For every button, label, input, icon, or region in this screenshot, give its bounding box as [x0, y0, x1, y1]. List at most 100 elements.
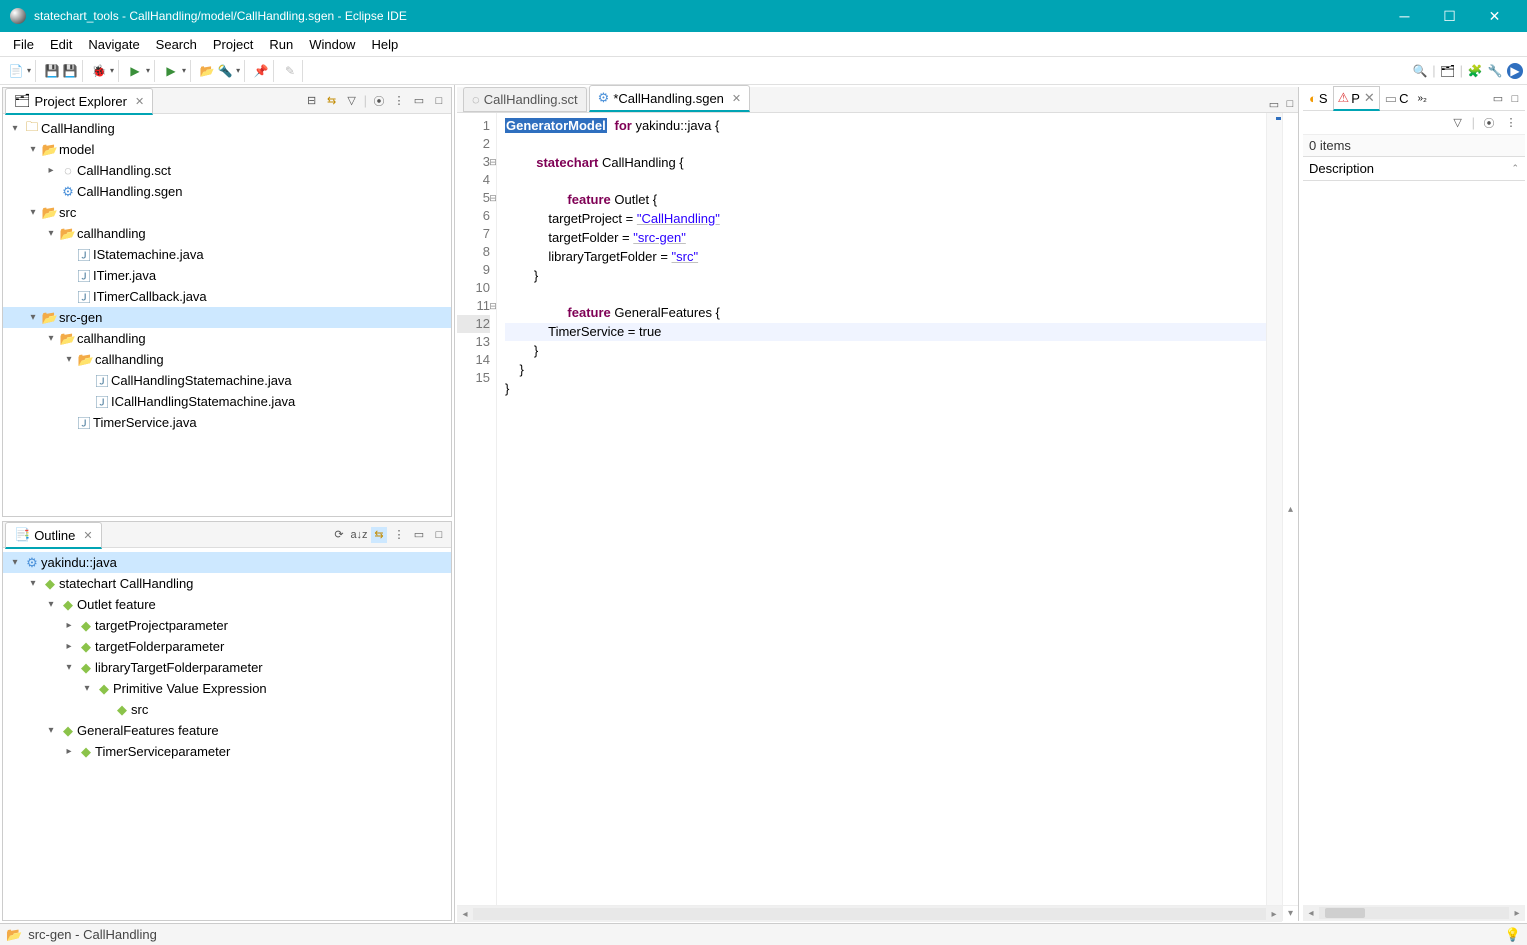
- menu-navigate[interactable]: Navigate: [81, 34, 146, 55]
- tree-folder-src[interactable]: ▾📂src: [3, 202, 451, 223]
- tree-pkg-callhandling-gen-2[interactable]: ▾📂callhandling: [3, 349, 451, 370]
- h-scrollbar[interactable]: [1319, 907, 1509, 919]
- tab-s[interactable]: ◐S: [1305, 88, 1332, 109]
- close-icon[interactable]: ✕: [135, 95, 144, 108]
- outline-statechart[interactable]: ▾◆statechart CallHandling: [3, 573, 451, 594]
- outline-src-value[interactable]: ◆src: [3, 699, 451, 720]
- menu-edit[interactable]: Edit: [43, 34, 79, 55]
- overview-ruler[interactable]: [1266, 113, 1282, 905]
- perspective-sc-icon[interactable]: ▶: [1507, 63, 1523, 79]
- perspective-java-icon[interactable]: 🧩: [1467, 63, 1483, 79]
- outline-outlet[interactable]: ▾◆Outlet feature: [3, 594, 451, 615]
- tree-folder-srcgen[interactable]: ▾📂src-gen: [3, 307, 451, 328]
- save-all-icon[interactable]: 💾: [62, 63, 78, 79]
- outline-timerservice[interactable]: ▸◆TimerServiceparameter: [3, 741, 451, 762]
- link-editor-icon[interactable]: ⇆: [324, 93, 340, 109]
- search-toolbar-icon[interactable]: 🔍: [1412, 63, 1428, 79]
- tree-project[interactable]: ▾🗀CallHandling: [3, 118, 451, 139]
- project-explorer-tree[interactable]: ▾🗀CallHandling ▾📂model ▸◌CallHandling.sc…: [3, 114, 451, 516]
- scroll-left-icon[interactable]: ◂: [1303, 908, 1319, 919]
- outline-primitive[interactable]: ▾◆Primitive Value Expression: [3, 678, 451, 699]
- editor-tab-sgen[interactable]: ⚙ *CallHandling.sgen ✕: [589, 85, 750, 112]
- save-icon[interactable]: 💾: [44, 63, 60, 79]
- focus-icon[interactable]: ⦿: [371, 93, 387, 109]
- tree-file-itimer[interactable]: 🄹ITimer.java: [3, 265, 451, 286]
- view-menu-icon[interactable]: ⋮: [391, 93, 407, 109]
- new-icon[interactable]: 📄: [8, 63, 24, 79]
- outline-link-icon[interactable]: ⇆: [371, 527, 387, 543]
- tip-icon[interactable]: 💡: [1505, 927, 1521, 943]
- outline-targetproject[interactable]: ▸◆targetProjectparameter: [3, 615, 451, 636]
- maximize-view-icon[interactable]: □: [431, 93, 447, 109]
- menu-search[interactable]: Search: [149, 34, 204, 55]
- tab-more[interactable]: »₂: [1413, 90, 1430, 107]
- outline-generalfeatures[interactable]: ▾◆GeneralFeatures feature: [3, 720, 451, 741]
- code-area[interactable]: GeneratorModel for yakindu::java { state…: [497, 113, 1266, 905]
- outline-tree[interactable]: ▾⚙yakindu::java ▾◆statechart CallHandlin…: [3, 548, 451, 920]
- outline-tab[interactable]: 📑 Outline ✕: [5, 522, 102, 549]
- project-explorer-tab[interactable]: 🗂 Project Explorer ✕: [5, 88, 153, 115]
- focus-icon[interactable]: ⦿: [1481, 115, 1497, 131]
- scroll-right-icon[interactable]: ▸: [1266, 909, 1282, 920]
- tree-file-ichsm[interactable]: 🄹ICallHandlingStatemachine.java: [3, 391, 451, 412]
- edit-icon[interactable]: ✎: [282, 63, 298, 79]
- menu-window[interactable]: Window: [302, 34, 362, 55]
- minimize-view-icon[interactable]: ▭: [411, 527, 427, 543]
- problems-view[interactable]: 0 items Description ⌃: [1303, 135, 1525, 905]
- collapse-all-icon[interactable]: ⊟: [304, 93, 320, 109]
- close-icon[interactable]: ✕: [732, 92, 741, 105]
- close-icon[interactable]: ✕: [83, 529, 92, 542]
- tree-folder-model[interactable]: ▾📂model: [3, 139, 451, 160]
- tree-pkg-callhandling[interactable]: ▾📂callhandling: [3, 223, 451, 244]
- scroll-right-icon[interactable]: ▸: [1509, 908, 1525, 919]
- minimize-view-icon[interactable]: ▭: [411, 93, 427, 109]
- tab-p[interactable]: ⚠P✕: [1333, 86, 1380, 111]
- outline-sort-icon[interactable]: ⟳: [331, 527, 347, 543]
- tree-file-timerservice[interactable]: 🄹TimerService.java: [3, 412, 451, 433]
- maximize-view-icon[interactable]: □: [1507, 91, 1523, 107]
- search-icon[interactable]: 🔦: [217, 63, 233, 79]
- editor-body[interactable]: 1 2 3⊟ 4 5⊟ 6 7 8 9 10 11⊟ 12 13 14 15 G…: [457, 113, 1298, 905]
- tree-pkg-callhandling-gen[interactable]: ▾📂callhandling: [3, 328, 451, 349]
- h-scrollbar[interactable]: [473, 908, 1266, 920]
- maximize-view-icon[interactable]: □: [1282, 96, 1298, 112]
- scroll-left-icon[interactable]: ◂: [457, 909, 473, 920]
- line-gutter[interactable]: 1 2 3⊟ 4 5⊟ 6 7 8 9 10 11⊟ 12 13 14 15: [457, 113, 497, 905]
- tab-c[interactable]: ▭C: [1381, 88, 1413, 110]
- tree-file-chsm[interactable]: 🄹CallHandlingStatemachine.java: [3, 370, 451, 391]
- debug-icon[interactable]: 🐞: [91, 63, 107, 79]
- menu-run[interactable]: Run: [262, 34, 300, 55]
- outline-root[interactable]: ▾⚙yakindu::java: [3, 552, 451, 573]
- outline-libtargetfolder[interactable]: ▾◆libraryTargetFolderparameter: [3, 657, 451, 678]
- outline-menu-icon[interactable]: ⋮: [391, 527, 407, 543]
- menu-file[interactable]: File: [6, 34, 41, 55]
- editor-tab-sct[interactable]: ◌ CallHandling.sct: [463, 87, 587, 112]
- maximize-button[interactable]: ☐: [1427, 1, 1472, 31]
- outline-targetfolder[interactable]: ▸◆targetFolderparameter: [3, 636, 451, 657]
- run-icon[interactable]: ▶: [127, 63, 143, 79]
- open-type-icon[interactable]: 📂: [199, 63, 215, 79]
- coverage-icon[interactable]: ▶: [163, 63, 179, 79]
- minimize-view-icon[interactable]: ▭: [1266, 96, 1282, 112]
- column-header[interactable]: Description ⌃: [1303, 157, 1525, 181]
- scroll-down-icon[interactable]: ▾: [1282, 906, 1298, 921]
- scroll-up-icon[interactable]: ▴: [1282, 113, 1298, 905]
- menu-help[interactable]: Help: [364, 34, 405, 55]
- perspective-other-icon[interactable]: 🔧: [1487, 63, 1503, 79]
- filter-icon[interactable]: ▽: [1450, 115, 1466, 131]
- tree-file-sgen[interactable]: ⚙CallHandling.sgen: [3, 181, 451, 202]
- filter-icon[interactable]: ▽: [344, 93, 360, 109]
- perspective-open-icon[interactable]: 🗂: [1440, 63, 1456, 79]
- tree-file-itimercallback[interactable]: 🄹ITimerCallback.java: [3, 286, 451, 307]
- menu-project[interactable]: Project: [206, 34, 260, 55]
- minimize-button[interactable]: ─: [1382, 1, 1427, 31]
- close-button[interactable]: ✕: [1472, 1, 1517, 31]
- tree-file-sct[interactable]: ▸◌CallHandling.sct: [3, 160, 451, 181]
- outline-az-icon[interactable]: a↓z: [351, 527, 367, 543]
- pin-icon[interactable]: 📌: [253, 63, 269, 79]
- view-menu-icon[interactable]: ⋮: [1503, 115, 1519, 131]
- maximize-view-icon[interactable]: □: [431, 527, 447, 543]
- minimize-view-icon[interactable]: ▭: [1490, 91, 1506, 107]
- items-count: 0 items: [1303, 135, 1525, 157]
- tree-file-istatemachine[interactable]: 🄹IStatemachine.java: [3, 244, 451, 265]
